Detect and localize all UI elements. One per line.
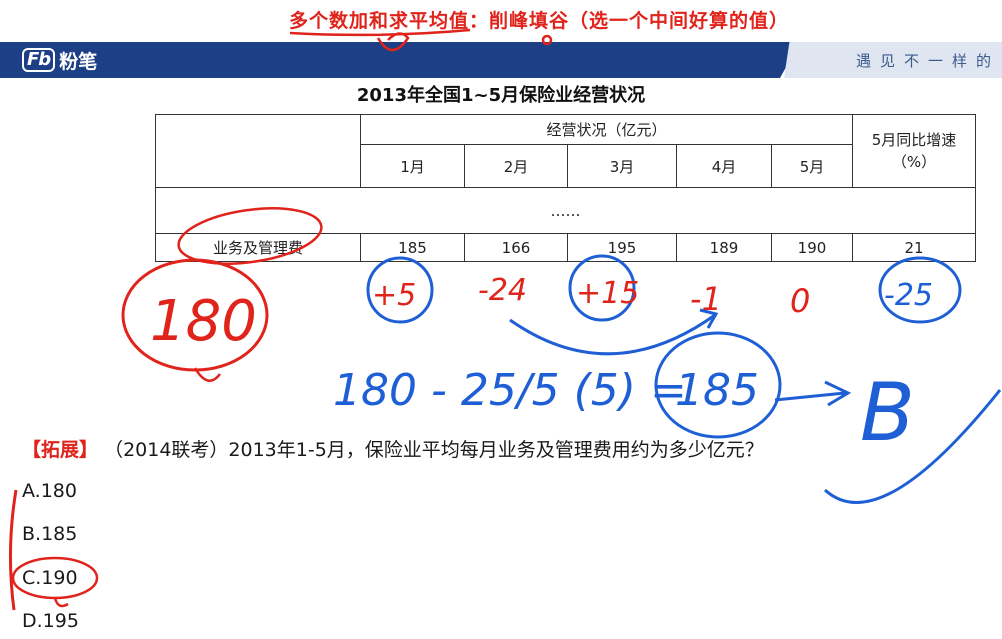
deviation-value: 0 [790, 282, 810, 320]
answer-check [823, 389, 1002, 504]
base-circle-tail [193, 367, 221, 382]
lecture-note: 多个数加和求平均值：削峰填谷（选一个中间好算的值） [289, 10, 790, 32]
link-arrow-head [699, 308, 719, 329]
table-cell: 185 [360, 233, 465, 262]
table-growth-header: 5月同比增速（%） [852, 114, 976, 188]
table-cell: 190 [771, 233, 853, 262]
table-cell: 166 [464, 233, 568, 262]
result-arrow [774, 380, 852, 407]
table-cell: 21 [852, 233, 976, 262]
question-text: （2014联考）2013年1-5月，保险业平均每月业务及管理费用约为多少亿元？ [104, 439, 764, 461]
table-group-header: 经营状况（亿元） [360, 114, 853, 145]
expand-tag: 【拓展】 [22, 439, 99, 461]
result-circle [654, 331, 782, 439]
table-ellipsis-row: …… [155, 187, 976, 234]
deviation-value: +15 [576, 276, 639, 311]
base-circle [121, 258, 269, 372]
growth-header-text: 5月同比增速（%） [871, 131, 957, 171]
answer-letter: B [860, 366, 915, 459]
insurance-table: 经营状况（亿元） 5月同比增速（%） 1月 2月 3月 4月 5月 …… 业务及… [155, 114, 976, 262]
deviation-value: -1 [690, 280, 722, 318]
table-title: 2013年全国1~5月保险业经营状况 [356, 85, 646, 106]
fenbi-logo: Fb 粉笔 [22, 47, 97, 73]
slogan: 遇见不一样的 [855, 52, 1000, 70]
deviation-value: -24 [478, 273, 527, 308]
logo-mark: Fb [22, 48, 56, 72]
result-value: 185 [675, 365, 759, 416]
deviation-circle [366, 256, 434, 324]
red-base-value: 180 [150, 289, 257, 354]
month-header: 1月 [360, 144, 465, 188]
option-d[interactable]: D.195 [22, 610, 79, 632]
growth-circle [878, 256, 962, 324]
option-c-arrow [53, 597, 69, 608]
deviation-circle [568, 254, 636, 322]
option-b[interactable]: B.185 [22, 523, 77, 545]
month-header: 4月 [676, 144, 772, 188]
table-corner-cell [155, 114, 361, 188]
header-brand-strip [0, 42, 800, 78]
table-cell: 195 [567, 233, 677, 262]
month-header: 5月 [771, 144, 853, 188]
options-bracket [8, 489, 18, 611]
header-bar: Fb 粉笔 遇见不一样的 [0, 42, 1002, 78]
month-header: 3月 [567, 144, 677, 188]
option-a[interactable]: A.180 [22, 480, 77, 502]
logo-text: 粉笔 [59, 50, 98, 73]
option-c[interactable]: C.190 [22, 567, 78, 589]
formula: 180 - 25/5 (5) = [333, 365, 687, 416]
row-label: 业务及管理费 [155, 233, 361, 262]
deviation-value: +5 [372, 278, 416, 313]
link-arrow [509, 313, 716, 356]
table-cell: 189 [676, 233, 772, 262]
deviation-value: -25 [884, 278, 933, 313]
question-stem: 【拓展】 （2014联考）2013年1-5月，保险业平均每月业务及管理费用约为多… [22, 435, 764, 462]
month-header: 2月 [464, 144, 568, 188]
